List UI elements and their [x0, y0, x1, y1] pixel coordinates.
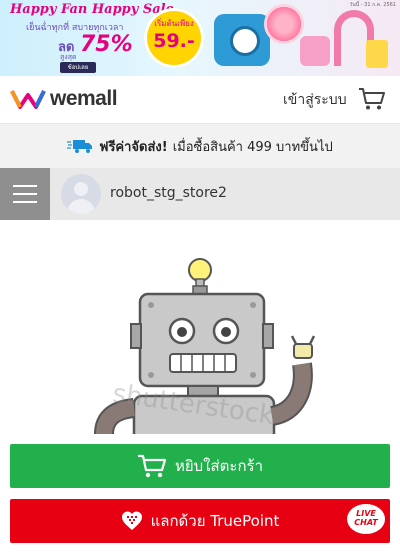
cart-icon[interactable]	[358, 87, 386, 111]
logo-text: wemall	[50, 87, 118, 110]
banner-toy-image	[300, 36, 330, 66]
free-shipping-text: เมื่อซื้อสินค้า 499 บาทขึ้นไป	[172, 139, 333, 155]
truepoint-heart-icon	[121, 511, 142, 530]
banner-headline: Happy Fan Happy Sale	[10, 2, 174, 17]
truck-icon	[67, 140, 93, 153]
store-bar: robot_stg_store2	[0, 168, 400, 220]
banner-price-value: 59.-	[153, 30, 195, 52]
free-shipping-bar: ฟรีค่าจัดส่ง! เมื่อซื้อสินค้า 499 บาทขึ้…	[0, 124, 400, 168]
banner-fan-image	[214, 14, 270, 66]
banner-fine-print: วันนี้ - 31 ก.ค. 2561	[349, 2, 396, 8]
promo-banner[interactable]: Happy Fan Happy Sale เย็นฉ่ำทุกที่ สบายท…	[0, 0, 400, 76]
add-to-cart-button[interactable]: หยิบใส่ตะกร้า	[10, 444, 390, 488]
banner-price-from: เริ่มต้นเพียง	[154, 19, 194, 28]
live-chat-button[interactable]: LIVE CHAT	[343, 502, 389, 536]
live-chat-line2: CHAT	[354, 518, 378, 527]
truepoint-button[interactable]: แลกด้วย TruePoint	[10, 499, 390, 543]
login-link[interactable]: เข้าสู่ระบบ	[283, 89, 347, 111]
site-header: wemall เข้าสู่ระบบ	[0, 76, 400, 124]
add-to-cart-label: หยิบใส่ตะกร้า	[174, 457, 264, 475]
banner-box-image	[366, 40, 388, 68]
cart-icon	[137, 454, 167, 478]
wemall-logo-icon	[10, 90, 46, 109]
hamburger-menu-icon[interactable]	[0, 168, 50, 220]
live-chat-text: LIVE CHAT	[347, 509, 385, 527]
truepoint-label: แลกด้วย TruePoint	[150, 512, 280, 530]
banner-shop-now: ช้อปเลย	[60, 62, 96, 73]
free-shipping-bold: ฟรีค่าจัดส่ง!	[99, 139, 168, 155]
store-avatar[interactable]	[61, 174, 101, 214]
live-chat-line1: LIVE	[356, 509, 376, 518]
store-name[interactable]: robot_stg_store2	[110, 185, 227, 201]
product-image[interactable]: shutterstock	[0, 220, 400, 434]
banner-pinwheel-image	[264, 4, 304, 44]
banner-discount-value: 75%	[80, 32, 133, 57]
wemall-logo[interactable]: wemall	[10, 87, 118, 111]
